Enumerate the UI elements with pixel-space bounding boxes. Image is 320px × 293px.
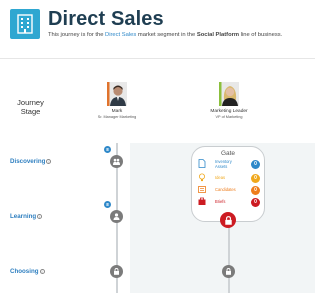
persona-role: VP of Marketing [215,115,243,119]
header-divider [0,58,315,59]
gate-lock-button[interactable] [220,212,236,228]
gate-row-count: 0 [251,198,260,207]
gate-row-label: Ideas [215,175,226,180]
stage-discovering[interactable]: Discovering i [10,158,52,165]
stage-label: Choosing [10,268,39,275]
journey-stage-header: Journey Stage [8,98,53,116]
avatar [219,82,239,106]
info-icon[interactable]: i [39,268,45,274]
journey-label-line-2: Stage [20,107,41,116]
stage-label: Discovering [10,158,46,165]
stage-choosing[interactable]: Choosing i [10,268,45,275]
gate-row-inventory[interactable]: Inventory Assets 0 [198,159,260,169]
gate-row-candidates[interactable]: Candidates 0 [198,185,260,195]
lock-icon [226,268,231,275]
gate-card[interactable]: Gate Inventory Assets 0 Ideas 0 Candidat… [191,146,265,222]
page-header: Direct Sales This journey is for the Dir… [0,0,315,52]
gate-title: Gate [220,150,236,157]
lane-line-leader [228,222,230,293]
briefcase-icon [198,197,206,205]
segment-link[interactable]: Direct Sales [105,32,136,38]
person-icon [113,213,120,220]
stage-learning[interactable]: Learning i [10,213,43,220]
gate-row-ideas[interactable]: Ideas 0 [198,173,260,183]
info-icon[interactable]: i [37,213,43,219]
count-badge: 8 [104,146,111,153]
candidates-icon [198,186,206,193]
line-of-business: Social Platform [196,32,240,38]
count-badge: 8 [104,201,111,208]
persona-mark[interactable]: Mark Sr. Manager Marketing [82,82,152,120]
lock-node[interactable] [110,265,123,278]
gate-row-label: Inventory Assets [215,159,232,169]
lock-icon [224,215,232,225]
lock-icon [114,268,119,275]
gate-row-label: Candidates [215,187,236,192]
info-icon[interactable]: i [46,158,52,164]
gate-row-briefs[interactable]: Briefs 0 [198,197,260,207]
gate-row-count: 0 [251,174,260,183]
lightbulb-icon [199,173,205,182]
group-icon [113,158,120,165]
group-node[interactable] [110,155,123,168]
building-icon [10,9,40,39]
journey-label-line-1: Journey [17,98,44,107]
document-icon [198,159,206,168]
gate-row-count: 0 [251,160,260,169]
avatar [107,82,127,106]
lock-node[interactable] [222,265,235,278]
persona-marketing-leader[interactable]: Marketing Leader VP of Marketing [194,82,264,120]
gate-row-label-2: Assets [215,163,228,169]
stage-label: Learning [10,213,37,220]
page-subtitle: This journey is for the Direct Sales mar… [48,32,282,38]
subtitle-text-3: line of business. [239,32,283,38]
page-title: Direct Sales [48,8,164,30]
persona-role: Sr. Manager Marketing [97,115,137,119]
gate-row-label: Briefs [215,199,226,204]
gate-row-count: 0 [251,186,260,195]
person-node[interactable] [110,210,123,223]
subtitle-text-2: market segment in the [136,32,197,38]
subtitle-text-1: This journey is for the [48,32,106,38]
